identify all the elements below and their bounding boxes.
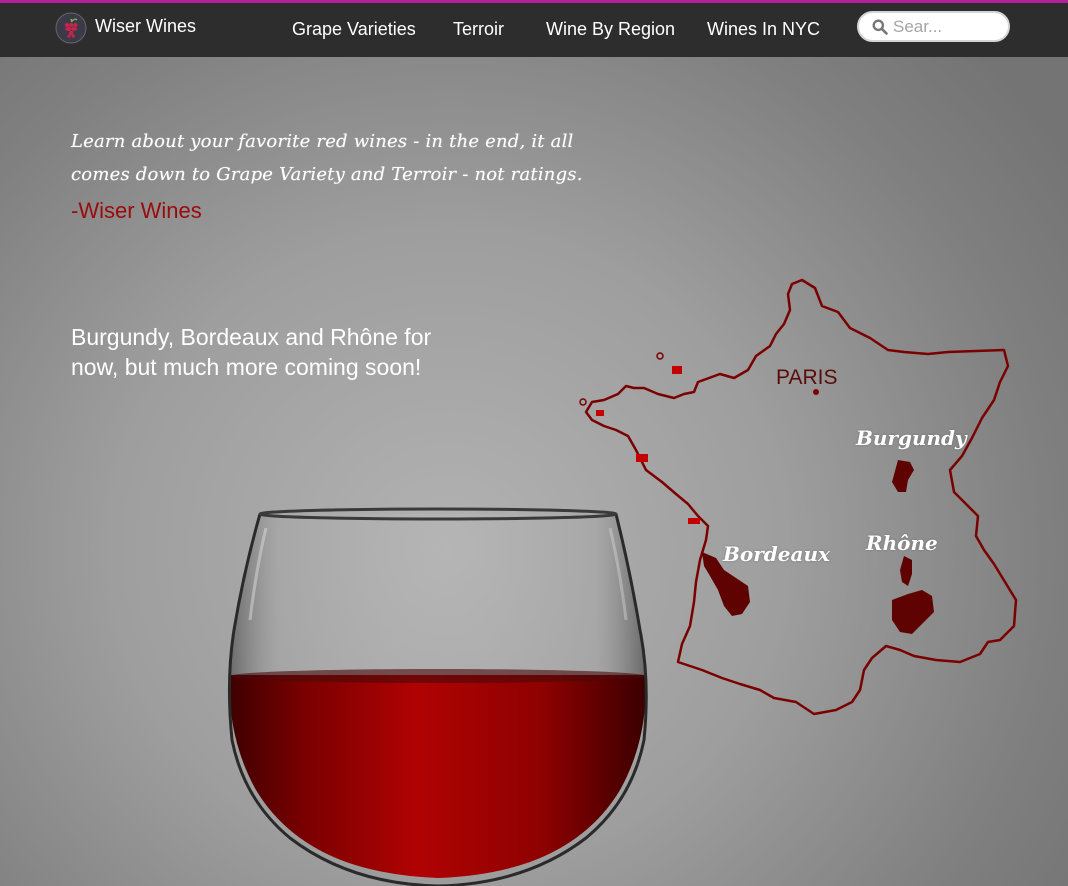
grape-icon[interactable] [55,12,87,44]
search-icon[interactable] [872,19,888,35]
brand-name[interactable]: Wiser Wines [95,16,196,37]
map-label-rhone[interactable]: Rhône [866,531,938,555]
nav-terroir[interactable]: Terroir [453,19,504,40]
navigation-bar: Wiser Wines Grape Varieties Terroir Wine… [0,3,1068,57]
map-label-bordeaux[interactable]: Bordeaux [723,542,830,566]
nav-wine-by-region[interactable]: Wine By Region [546,19,675,40]
hero-signature: -Wiser Wines [71,198,202,223]
map-label-burgundy[interactable]: Burgundy [856,426,967,450]
france-map[interactable] [570,270,1030,720]
map-label-paris: PARIS [776,366,838,389]
nav-grape-varieties[interactable]: Grape Varieties [292,19,416,40]
search-box[interactable] [857,11,1010,42]
search-input[interactable] [893,15,993,38]
nav-wines-in-nyc[interactable]: Wines In NYC [707,19,820,40]
hero-subtext: Burgundy, Bordeaux and Rhône for now, bu… [71,324,432,380]
hero-quote: Learn about your favorite red wines - in… [71,131,583,185]
